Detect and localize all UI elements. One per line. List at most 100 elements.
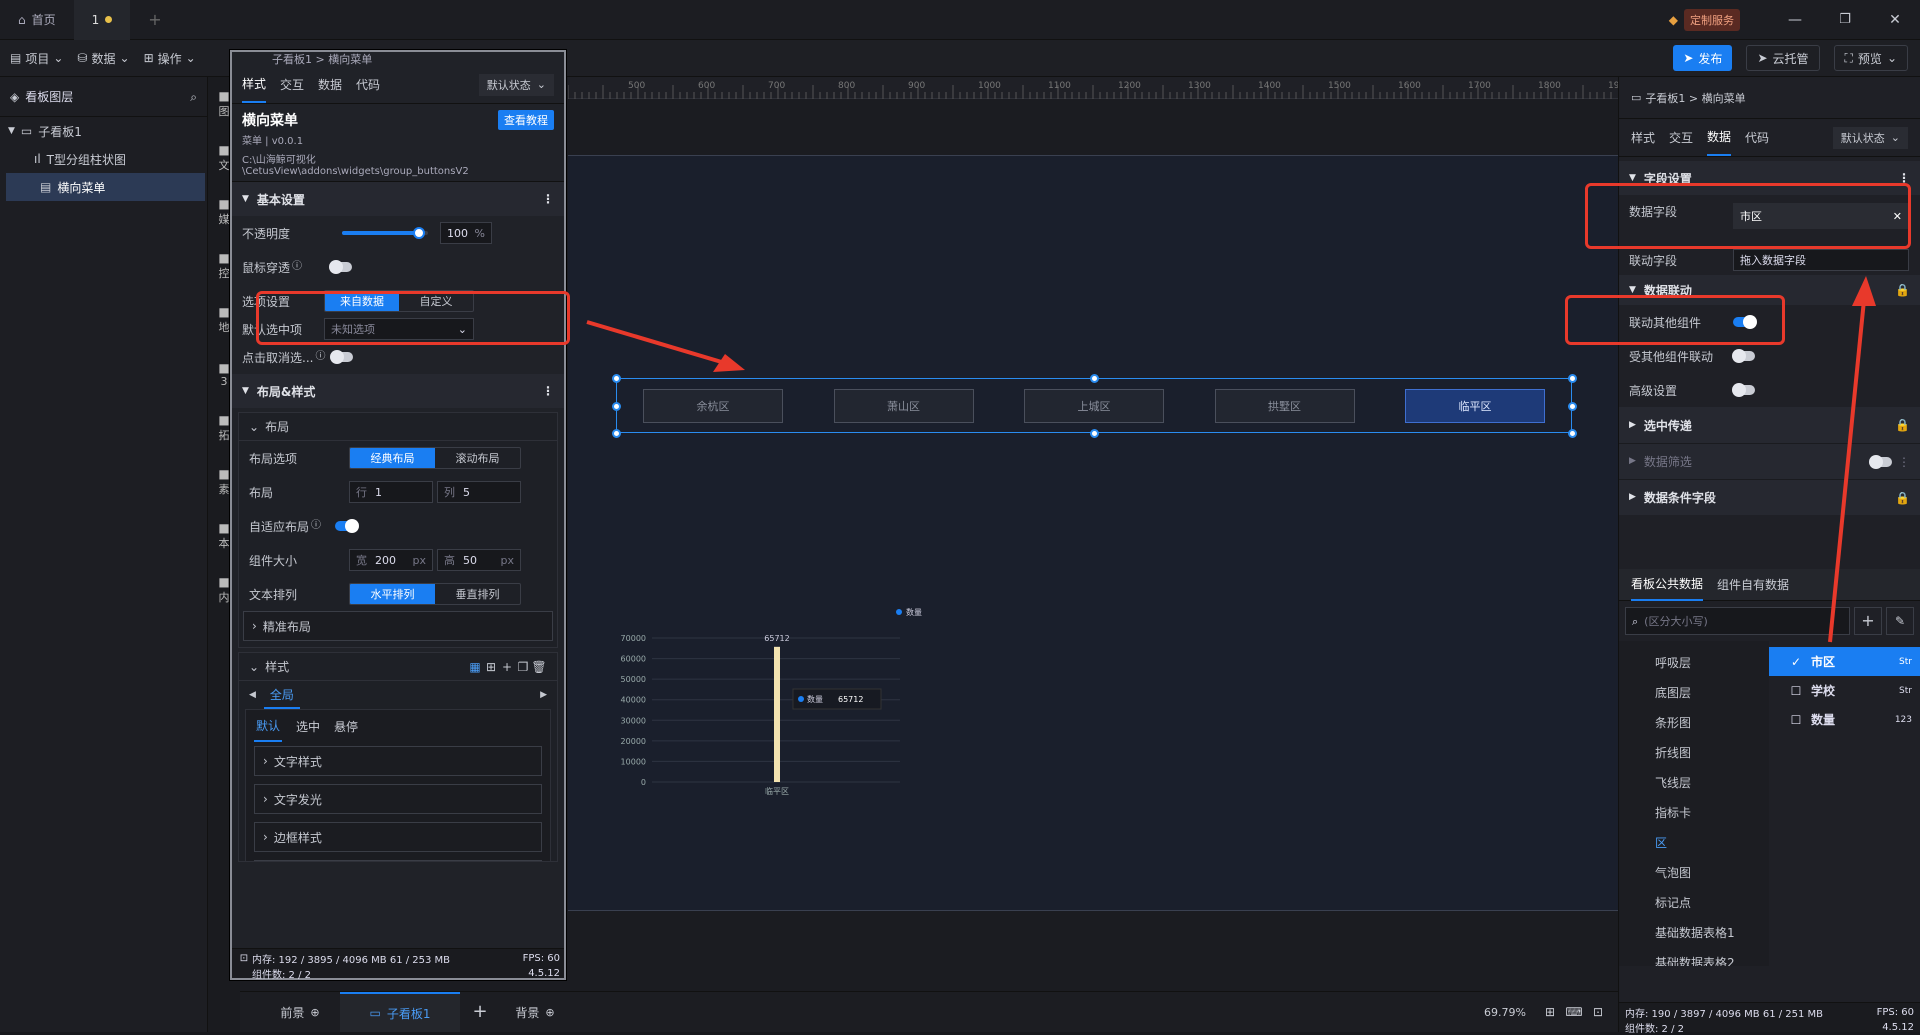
menu-item[interactable]: 临平区 (1405, 388, 1545, 423)
tutorial-button[interactable]: 查看教程 (498, 110, 554, 130)
terminal-icon[interactable]: ⊡ (1586, 1006, 1610, 1018)
text-vertical[interactable]: 垂直排列 (435, 584, 520, 604)
restore-icon[interactable]: ❐ (1820, 13, 1870, 26)
terminal-icon[interactable]: ⊡ (236, 953, 252, 964)
caret-left-icon[interactable]: ◀ (249, 690, 256, 700)
text-direction-segment[interactable]: 水平排列 垂直排列 (349, 583, 521, 605)
cols-input[interactable]: 列5 (437, 481, 521, 503)
menu-project[interactable]: ▤ 项目 ⌄ (10, 50, 63, 67)
dataset-item[interactable]: 飞线层 (1619, 767, 1769, 797)
precise-layout-collapse[interactable]: › 精准布局 (243, 611, 553, 641)
tab-home[interactable]: ⌂ 首页 (0, 0, 74, 40)
resize-handle[interactable] (1090, 374, 1099, 383)
lock-icon[interactable]: 🔒 (1895, 492, 1910, 504)
grid-icon[interactable]: ⊞ (483, 661, 499, 673)
style-subsection[interactable]: ⌄ 样式 ▦ ⊞ + ❐ 🗑 (239, 653, 557, 681)
zoom-level[interactable]: 69.79% (1484, 1006, 1526, 1019)
layer-item-chart[interactable]: ıl T型分组柱状图 (0, 145, 207, 173)
tab-board[interactable]: ▭ 子看板1 (340, 992, 460, 1032)
resize-handle[interactable] (1568, 429, 1577, 438)
linked-by-toggle[interactable] (1732, 349, 1755, 363)
checkbox-icon[interactable]: ☐ (1789, 714, 1803, 726)
field-item[interactable]: ☐ 数量 123 (1769, 705, 1920, 734)
menu-operate[interactable]: ⊞ 操作 ⌄ (144, 50, 196, 67)
dataset-item[interactable]: 基础数据表格2 (1619, 947, 1769, 967)
layout-subsection[interactable]: ⌄ 布局 (239, 413, 557, 441)
dataset-item[interactable]: 折线图 (1619, 737, 1769, 767)
dataset-item[interactable]: 区 (1619, 827, 1769, 857)
tab-code[interactable]: 代码 (356, 76, 380, 93)
cloud-button[interactable]: ➤ 云托管 (1746, 45, 1820, 71)
resize-handle[interactable] (612, 429, 621, 438)
style-collapse[interactable]: › 文字发光 (254, 784, 542, 814)
search-icon[interactable]: ⌕ (190, 91, 197, 103)
link-field-input[interactable]: 拖入数据字段 (1733, 249, 1909, 271)
layout-classic[interactable]: 经典布局 (350, 448, 435, 468)
more-vertical-icon[interactable]: ⋮ (1898, 456, 1910, 468)
resize-handle[interactable] (1090, 429, 1099, 438)
menu-item[interactable]: 拱墅区 (1214, 388, 1355, 423)
more-vertical-icon[interactable]: ⋮ (542, 385, 554, 397)
dataset-item[interactable]: 底图层 (1619, 677, 1769, 707)
lock-icon[interactable]: 🔒 (1895, 284, 1910, 296)
state-select[interactable]: 默认状态 ⌄ (1832, 126, 1908, 149)
dataset-item[interactable]: 呼吸层 (1619, 647, 1769, 677)
resize-handle[interactable] (612, 401, 621, 411)
custom-service-button[interactable]: ◆ 定制服务 (1669, 8, 1740, 31)
dataset-item[interactable]: 基础数据表格1 (1619, 917, 1769, 947)
dataset-item[interactable]: 条形图 (1619, 707, 1769, 737)
trash-icon[interactable]: 🗑 (531, 661, 547, 673)
tab-interaction[interactable]: 交互 (1669, 129, 1693, 146)
state-select[interactable]: 默认状态 ⌄ (478, 73, 554, 96)
menu-item[interactable]: 余杭区 (643, 388, 783, 423)
dataset-item[interactable]: 指标卡 (1619, 797, 1769, 827)
field-item[interactable]: ☐ 学校 Str (1769, 676, 1920, 705)
menu-data[interactable]: ⛁ 数据 ⌄ (77, 50, 129, 67)
plus-icon[interactable]: + (460, 1003, 500, 1021)
tab-own-data[interactable]: 组件自有数据 (1717, 576, 1789, 593)
tab-code[interactable]: 代码 (1745, 129, 1769, 146)
copy-icon[interactable]: ❐ (515, 661, 531, 673)
edit-icon[interactable]: ✎ (1886, 607, 1914, 635)
text-horizontal[interactable]: 水平排列 (350, 584, 435, 604)
height-input[interactable]: 高 50 px (437, 549, 521, 571)
style-global-tab[interactable]: 全局 (263, 682, 300, 709)
state-tab-selected[interactable]: 选中 (296, 718, 320, 735)
tab-data[interactable]: 数据 (318, 76, 342, 93)
advanced-toggle[interactable] (1732, 383, 1755, 397)
resize-handle[interactable] (1568, 374, 1577, 383)
layer-item-board[interactable]: ▼ ▭ 子看板1 (0, 117, 207, 145)
style-collapse[interactable]: ›背景样式 (254, 860, 542, 861)
add-circle-icon[interactable]: ⊕ (310, 1007, 319, 1018)
tab-1[interactable]: 1 (73, 0, 131, 40)
add-circle-icon[interactable]: ⊕ (545, 1007, 554, 1018)
horizontal-menu-widget[interactable]: 余杭区 萧山区 上城区 拱墅区 临平区 (616, 378, 1572, 433)
field-item[interactable]: ✓ 市区 Str (1769, 647, 1920, 676)
tab-style[interactable]: 样式 (1631, 129, 1655, 146)
style-collapse[interactable]: › 文字样式 (254, 746, 542, 776)
publish-button[interactable]: ➤ 发布 (1673, 45, 1733, 71)
tab-front[interactable]: 前景 ⊕ (260, 1004, 340, 1021)
plus-icon[interactable]: + (499, 661, 515, 673)
check-icon[interactable]: ✓ (1789, 656, 1803, 668)
dataset-item[interactable]: 气泡图 (1619, 857, 1769, 887)
slider-handle[interactable] (413, 227, 426, 239)
menu-item[interactable]: 上城区 (1024, 388, 1164, 423)
click-cancel-toggle[interactable] (330, 350, 354, 364)
tab-interaction[interactable]: 交互 (280, 76, 304, 93)
width-input[interactable]: 宽 200 px (349, 549, 433, 571)
layout-scroll[interactable]: 滚动布局 (435, 448, 520, 468)
dataset-search-input[interactable]: ⌕ (区分大小写) (1625, 607, 1850, 635)
minimize-icon[interactable]: — (1770, 13, 1820, 27)
bar-chart-widget[interactable]: 0 10000 20000 30000 40000 50000 60000 70000 6571… (600, 600, 922, 800)
preview-button[interactable]: ⛶ 预览 ⌄ (1833, 45, 1908, 71)
keyboard-icon[interactable]: ⌨ (1562, 1006, 1586, 1018)
dataset-item[interactable]: 标记点 (1619, 887, 1769, 917)
menu-item[interactable]: 萧山区 (833, 388, 974, 423)
state-tab-hover[interactable]: 悬停 (334, 718, 358, 735)
table-icon[interactable]: ▦ (467, 661, 483, 673)
adaptive-layout-toggle[interactable] (335, 519, 360, 533)
style-collapse[interactable]: › 边框样式 (254, 822, 542, 852)
resize-handle[interactable] (1568, 401, 1577, 411)
lock-icon[interactable]: 🔒 (1895, 419, 1910, 431)
